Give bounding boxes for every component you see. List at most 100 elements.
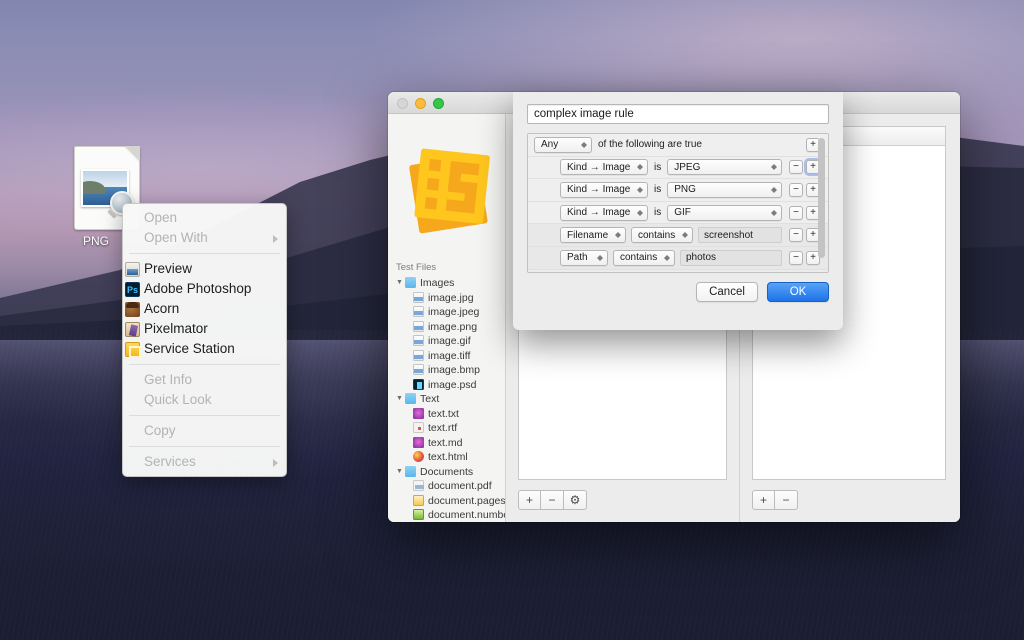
menu-item-acorn[interactable]: Acorn [123, 299, 286, 319]
rule-name-input[interactable]: complex image rule [527, 104, 829, 124]
folder-icon [405, 277, 416, 289]
condition-field-popup[interactable]: Filename [560, 227, 626, 244]
menu-item-open-with[interactable]: Open With [123, 228, 286, 248]
rule-editor-sheet[interactable]: complex image rule Any of the following … [513, 92, 843, 330]
condition-operator-popup[interactable]: contains [631, 227, 693, 244]
tree-file-row[interactable]: image.psd [388, 378, 505, 393]
tree-file-row[interactable]: document.pdf [388, 479, 505, 494]
menu-item-services[interactable]: Services [123, 452, 286, 472]
menu-item-pixelmator[interactable]: Pixelmator [123, 319, 286, 339]
add-menu-item-button[interactable]: + [752, 490, 775, 510]
condition-field-popup[interactable]: Kind → Image [560, 159, 648, 176]
tree-row-label: text.txt [428, 407, 459, 420]
remove-condition-button[interactable]: − [789, 205, 803, 220]
add-rule-button[interactable]: + [518, 490, 541, 510]
tree-file-row[interactable]: image.jpg [388, 291, 505, 306]
remove-menu-item-button[interactable]: − [775, 490, 798, 510]
condition-field-popup[interactable]: Path [560, 249, 608, 266]
disclosure-triangle-icon[interactable]: ▼ [396, 465, 405, 480]
match-mode-popup[interactable]: Any [534, 136, 592, 153]
menu-items-toolbar[interactable]: + − [752, 490, 798, 510]
psd-icon [413, 378, 424, 390]
remove-condition-button[interactable]: − [789, 160, 803, 175]
tree-file-row[interactable]: text.rtf [388, 421, 505, 436]
condition-row: Kind → Image is JPEG − + [528, 156, 828, 180]
rule-settings-gear-button[interactable]: ⚙ [564, 490, 587, 510]
menu-item-service-station[interactable]: Service Station [123, 339, 286, 359]
tree-row-label: text.rtf [428, 422, 458, 434]
menu-item-get-info[interactable]: Get Info [123, 370, 286, 390]
menu-item-adobe-photoshop[interactable]: Ps Adobe Photoshop [123, 279, 286, 299]
remove-condition-button[interactable]: − [789, 250, 803, 265]
match-mode-row: Any of the following are true + [528, 134, 828, 157]
condition-value-popup[interactable]: GIF [667, 204, 782, 221]
file-tree[interactable]: Test Files ▼ Images image.jpg image.jpeg ima… [388, 262, 505, 522]
menu-item-label: Acorn [144, 301, 180, 316]
tree-file-row[interactable]: image.tiff [388, 349, 505, 364]
scrollbar-thumb[interactable] [818, 138, 825, 258]
tree-file-row[interactable]: image.gif [388, 334, 505, 349]
close-window-button[interactable] [397, 98, 408, 109]
tree-row-label: Text [420, 393, 440, 406]
disclosure-triangle-icon[interactable]: ▼ [396, 392, 405, 407]
maximize-window-button[interactable] [433, 98, 444, 109]
remove-rule-button[interactable]: − [541, 490, 564, 510]
cancel-button[interactable]: Cancel [696, 282, 758, 302]
tree-row-label: document.pdf [428, 480, 492, 492]
menu-item-label: Get Info [144, 372, 193, 387]
pdf-icon [413, 480, 424, 491]
acorn-app-icon [125, 302, 140, 317]
condition-value-popup[interactable]: PNG [667, 181, 782, 198]
numbers-icon [413, 509, 424, 520]
tree-file-row[interactable]: text.html [388, 450, 505, 465]
tree-file-row[interactable]: document.numbers [388, 508, 505, 522]
menu-item-open[interactable]: Open [123, 208, 286, 228]
sidebar: Test Files ▼ Images image.jpg image.jpeg ima… [388, 114, 506, 522]
menu-item-label: Open [144, 210, 178, 225]
tree-folder-row[interactable]: ▼ Documents [388, 465, 505, 480]
menu-item-label: Pixelmator [144, 321, 208, 336]
menu-separator [129, 446, 280, 447]
condition-value-popup[interactable]: JPEG [667, 159, 782, 176]
menu-separator [129, 415, 280, 416]
menu-item-label: Preview [144, 261, 193, 276]
minimize-window-button[interactable] [415, 98, 426, 109]
menu-separator [129, 364, 280, 365]
menu-item-label: Quick Look [144, 392, 212, 407]
menu-item-label: Adobe Photoshop [144, 281, 252, 296]
preview-app-icon [125, 262, 140, 277]
tree-row-label: image.bmp [428, 364, 480, 376]
conditions-scrollbar[interactable] [817, 136, 826, 270]
condition-value-input[interactable]: screenshot [698, 227, 782, 244]
tree-file-row[interactable]: text.txt [388, 407, 505, 422]
menu-item-preview[interactable]: Preview [123, 259, 286, 279]
pages-icon [413, 494, 424, 506]
tree-file-row[interactable]: image.png [388, 320, 505, 335]
tree-file-row[interactable]: document.pages [388, 494, 505, 509]
condition-operator-popup[interactable]: contains [613, 249, 675, 266]
remove-condition-button[interactable]: − [789, 182, 803, 197]
tree-folder-row[interactable]: ▼ Text [388, 392, 505, 407]
menu-item-copy[interactable]: Copy [123, 421, 286, 441]
disclosure-triangle-icon[interactable]: ▼ [396, 276, 405, 291]
tree-file-row[interactable]: text.md [388, 436, 505, 451]
menu-item-quick-look[interactable]: Quick Look [123, 390, 286, 410]
tree-file-row[interactable]: image.bmp [388, 363, 505, 378]
condition-field-popup[interactable]: Kind → Image [560, 181, 648, 198]
tree-row-label: Documents [420, 465, 474, 478]
conditions-container: Any of the following are true + Kind → I… [527, 133, 829, 273]
tree-folder-row[interactable]: ▼ Images [388, 276, 505, 291]
condition-field-popup[interactable]: Kind → Image [560, 204, 648, 221]
rules-toolbar[interactable]: + − ⚙ [518, 490, 587, 510]
tree-file-row[interactable]: image.jpeg [388, 305, 505, 320]
submenu-arrow-icon [273, 235, 278, 243]
file-tree-title: Test Files [396, 262, 437, 273]
menu-item-label: Service Station [144, 341, 235, 356]
submenu-arrow-icon [273, 459, 278, 467]
img-icon [413, 320, 424, 332]
context-menu[interactable]: Open Open With Preview Ps Adobe Photosho… [122, 203, 287, 477]
service-station-app-icon [125, 342, 141, 358]
remove-condition-button[interactable]: − [789, 228, 803, 243]
condition-value-input[interactable]: photos [680, 249, 782, 266]
ok-button[interactable]: OK [767, 282, 829, 302]
